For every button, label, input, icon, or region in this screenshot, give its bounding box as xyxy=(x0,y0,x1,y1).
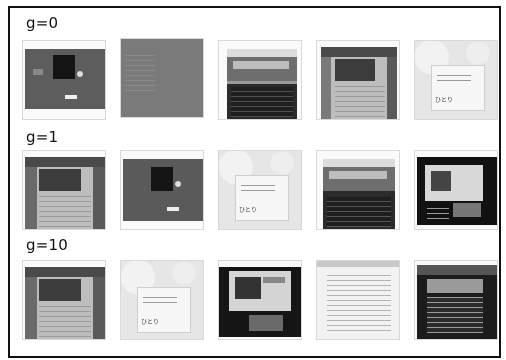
thumbnail-image xyxy=(414,260,498,340)
thumbnail-image xyxy=(120,150,204,230)
thumbnail-image xyxy=(120,38,204,118)
thumbnail-image xyxy=(218,260,302,340)
thumb-caption: ひとり xyxy=(435,97,453,104)
thumbnail-image xyxy=(316,260,400,340)
row-label-g0: g=0 xyxy=(26,14,59,32)
thumbnail-image xyxy=(414,150,498,230)
thumbnail-image: ひとり xyxy=(414,40,498,120)
thumbnail-image: ひとり xyxy=(120,260,204,340)
row-label-g10: g=10 xyxy=(26,236,68,254)
row-label-g1: g=1 xyxy=(26,128,59,146)
thumbnail-image xyxy=(22,260,106,340)
thumbnail-image xyxy=(22,40,106,120)
thumbnail-image xyxy=(218,40,302,120)
thumbnail-image xyxy=(22,150,106,230)
thumbnail-image xyxy=(316,40,400,120)
thumb-caption: ひとり xyxy=(141,319,159,326)
thumb-caption: ひとり xyxy=(239,207,257,214)
thumbnail-image xyxy=(316,150,400,230)
thumbnail-image: ひとり xyxy=(218,150,302,230)
